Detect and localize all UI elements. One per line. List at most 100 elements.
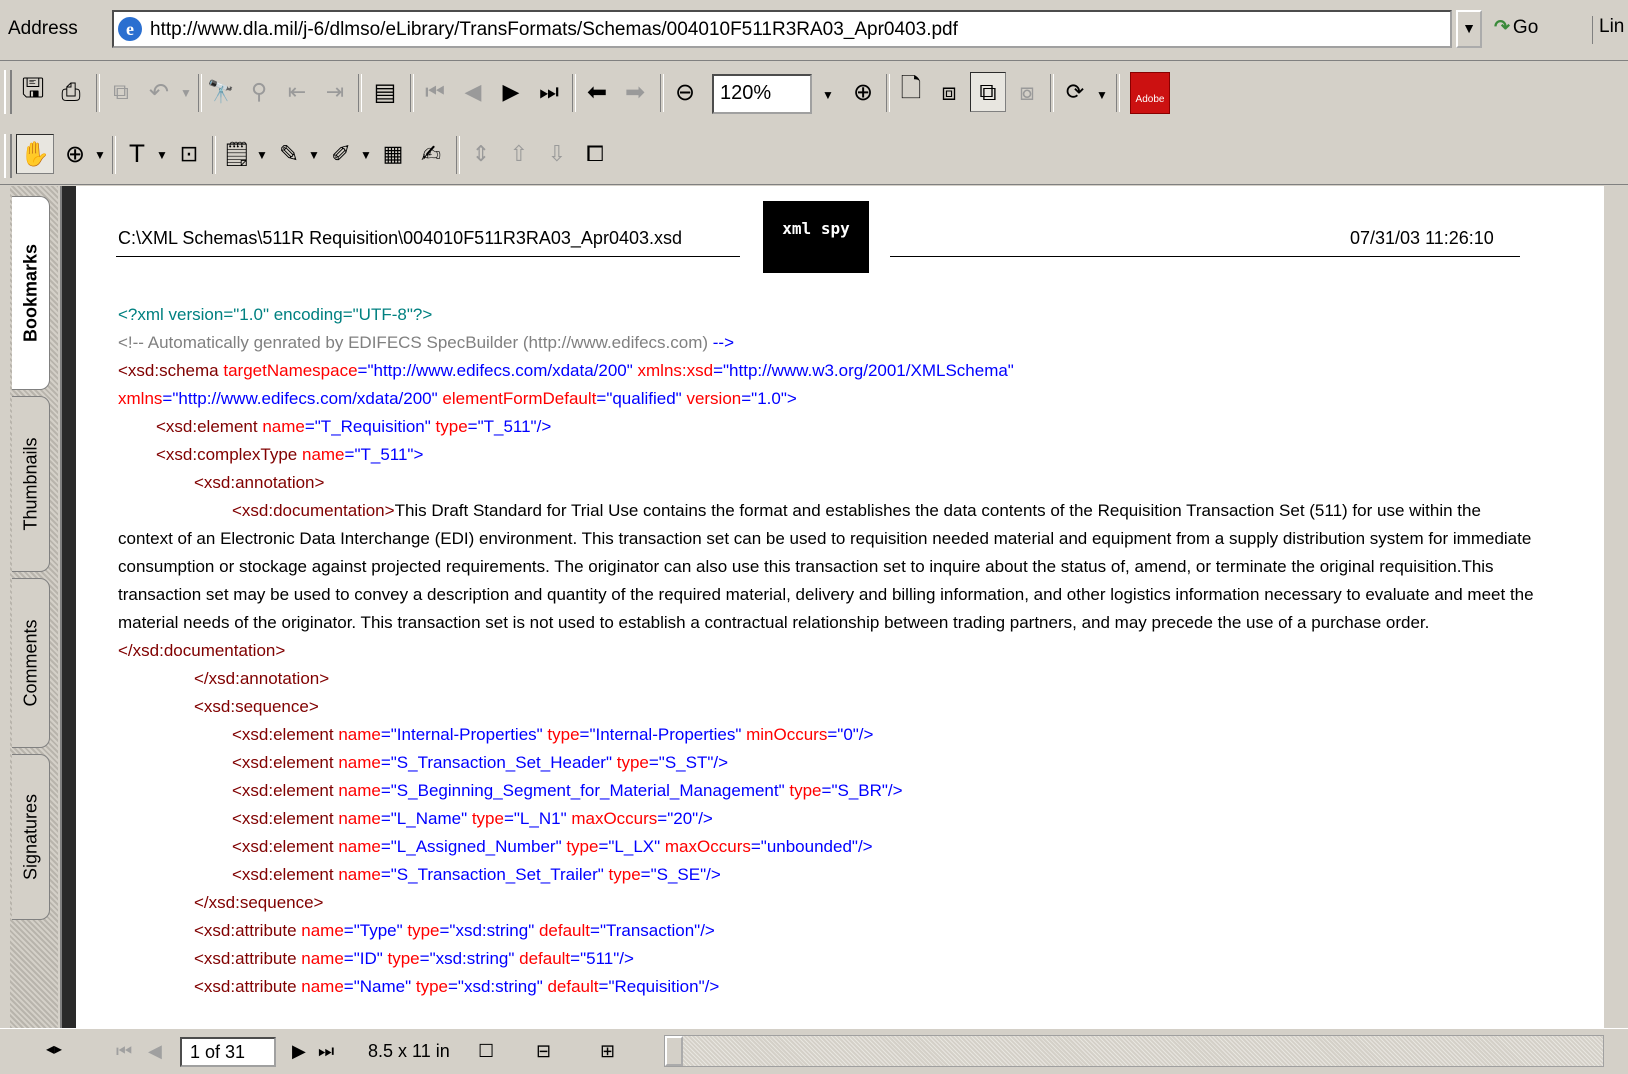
document-page: C:\XML Schemas\511R Requisition\004010F5… — [76, 186, 1604, 1028]
last-page-icon[interactable]: ⏭ — [532, 72, 566, 112]
rotate-view-icon[interactable]: ⟳ — [1058, 72, 1092, 112]
adobe-logo-icon[interactable]: Adobe — [1130, 72, 1170, 114]
single-page-layout-icon[interactable]: ☐ — [478, 1041, 494, 1062]
schema-line-2: xmlns="http://www.edifecs.com/xdata/200"… — [118, 389, 797, 408]
address-url[interactable]: http://www.dla.mil/j-6/dlmso/eLibrary/Tr… — [150, 19, 958, 41]
vertical-scrollbar[interactable] — [1606, 186, 1628, 1028]
show-navigation-pane-icon[interactable]: ▤ — [366, 72, 404, 112]
page-number-field[interactable]: 1 of 31 — [180, 1037, 276, 1067]
go-forward-icon[interactable]: ➡ — [618, 72, 652, 112]
fit-visible-icon[interactable]: ⧇ — [1010, 72, 1044, 112]
internet-explorer-icon: e — [118, 17, 142, 41]
rotate-dropdown-icon[interactable]: ▼ — [1096, 88, 1108, 102]
note-tool-icon[interactable]: 🗒 — [220, 134, 254, 174]
pencil-tool-dropdown-icon[interactable]: ▼ — [308, 148, 320, 162]
address-bar: Address e http://www.dla.mil/j-6/dlmso/e… — [0, 0, 1628, 61]
complex-type-line: <xsd:complexType name="T_511"> — [156, 445, 424, 464]
annotation-open: <xsd:annotation> — [194, 473, 325, 492]
sequence-close: </xsd:sequence> — [194, 893, 324, 912]
go-button[interactable]: ↷ Go — [1494, 16, 1538, 39]
highlight-tool-dropdown-icon[interactable]: ▼ — [360, 148, 372, 162]
highlight-tool-icon[interactable]: ✐ — [324, 134, 358, 174]
sequence-element-5: <xsd:element name="L_Assigned_Number" ty… — [232, 837, 873, 856]
pencil-tool-icon[interactable]: ✎ — [272, 134, 306, 174]
sign-tool-icon[interactable]: ✍ — [414, 134, 448, 174]
facing-pages-layout-icon[interactable]: ⊞ — [600, 1041, 615, 1062]
go-arrow-icon: ↷ — [1494, 17, 1510, 38]
first-page-icon[interactable]: ⏮ — [116, 1041, 132, 1062]
tab-bookmarks[interactable]: Bookmarks — [12, 196, 50, 390]
sequence-element-4: <xsd:element name="L_Name" type="L_N1" m… — [232, 809, 713, 828]
zoom-dropdown-icon[interactable]: ▼ — [822, 88, 834, 102]
acrobat-toolbar-tools: ✋ ⊕ ▼ T ▼ ⊡ 🗒 ▼ ✎ ▼ ✐ ▼ ▦ ✍ ⇕ ⇧ ⇩ ⧠ — [0, 126, 1628, 185]
next-document-icon[interactable]: ⇥ — [318, 72, 352, 112]
zoom-tool-icon[interactable]: ⊕ — [58, 134, 92, 174]
previous-document-icon[interactable]: ⇤ — [280, 72, 314, 112]
xml-source-listing: <?xml version="1.0" encoding="UTF-8"?> <… — [118, 301, 1538, 1001]
toolbar-grip[interactable] — [4, 70, 12, 114]
previous-page-icon[interactable]: ◀ — [148, 1041, 162, 1062]
zoom-in-icon[interactable]: ⊕ — [846, 72, 880, 112]
continuous-layout-icon[interactable]: ⊟ — [536, 1041, 551, 1062]
tab-signatures[interactable]: Signatures — [12, 754, 50, 920]
horizontal-scroll-thumb[interactable] — [665, 1036, 683, 1066]
documentation-close: </xsd:documentation> — [118, 641, 286, 660]
attribute-id: <xsd:attribute name="ID" type="xsd:strin… — [194, 949, 634, 968]
copy-icon[interactable]: ⧉ — [104, 72, 138, 112]
xml-comment: <!-- Automatically genrated by EDIFECS S… — [118, 333, 735, 352]
sequence-element-6: <xsd:element name="S_Transaction_Set_Tra… — [232, 865, 721, 884]
next-page-icon[interactable]: ▶ — [292, 1041, 306, 1062]
status-bar: ◂▸ ⏮ ◀ 1 of 31 ▶ ⏭ 8.5 x 11 in ☐ ⊟ ⊞ — [0, 1028, 1628, 1074]
attribute-type: <xsd:attribute name="Type" type="xsd:str… — [194, 921, 715, 940]
element-t-requisition: <xsd:element name="T_Requisition" type="… — [156, 417, 552, 436]
first-page-icon[interactable]: ⏮ — [418, 72, 452, 112]
address-input[interactable]: e http://www.dla.mil/j-6/dlmso/eLibrary/… — [112, 10, 1452, 48]
undo-dropdown-icon[interactable]: ▼ — [180, 86, 192, 100]
sequence-element-1: <xsd:element name="Internal-Properties" … — [232, 725, 874, 744]
documentation-paragraph: <xsd:documentation>This Draft Standard f… — [118, 501, 1534, 632]
next-page-icon[interactable]: ▶ — [494, 72, 528, 112]
toggle-navigation-pane-icon[interactable]: ◂▸ — [46, 1039, 62, 1059]
horizontal-scrollbar[interactable] — [664, 1035, 1604, 1067]
page-down-icon[interactable]: ⇩ — [540, 134, 574, 174]
attribute-name: <xsd:attribute name="Name" type="xsd:str… — [194, 977, 720, 996]
zoom-tool-dropdown-icon[interactable]: ▼ — [94, 148, 106, 162]
fit-page-icon[interactable]: ⧈ — [932, 72, 966, 112]
page-size: 8.5 x 11 in — [368, 1041, 450, 1061]
text-select-tool-icon[interactable]: T — [120, 134, 154, 174]
snapshot-tool-icon[interactable]: ⊡ — [172, 134, 206, 174]
hand-tool-icon[interactable]: ✋ — [16, 134, 54, 174]
go-back-icon[interactable]: ⬅ — [580, 72, 614, 112]
find-icon[interactable]: 🔭 — [204, 72, 238, 112]
previous-page-icon[interactable]: ◀ — [456, 72, 490, 112]
document-file-path: C:\XML Schemas\511R Requisition\004010F5… — [118, 228, 682, 248]
text-select-dropdown-icon[interactable]: ▼ — [156, 148, 168, 162]
go-label: Go — [1512, 17, 1539, 38]
xmlspy-logo: xml spy — [763, 201, 869, 273]
pane-splitter[interactable] — [60, 186, 76, 1028]
address-dropdown-button[interactable]: ▼ — [1456, 10, 1482, 48]
toolbar-grip[interactable] — [4, 134, 12, 178]
undo-icon[interactable]: ↶ — [142, 72, 176, 112]
links-button[interactable]: Lin — [1592, 16, 1624, 44]
sequence-open: <xsd:sequence> — [194, 697, 319, 716]
spell-check-icon[interactable]: ▦ — [376, 134, 410, 174]
note-tool-dropdown-icon[interactable]: ▼ — [256, 148, 268, 162]
crop-pages-icon[interactable]: ⧠ — [578, 134, 612, 174]
document-timestamp: 07/31/03 11:26:10 — [1350, 228, 1494, 248]
rotate-pages-icon[interactable]: ⇕ — [464, 134, 498, 174]
print-icon[interactable]: ⎙ — [54, 72, 88, 112]
sequence-element-2: <xsd:element name="S_Transaction_Set_Hea… — [232, 753, 729, 772]
zoom-out-icon[interactable]: ⊖ — [668, 72, 702, 112]
tab-comments[interactable]: Comments — [12, 578, 50, 748]
fit-width-icon[interactable]: ⧉ — [970, 72, 1006, 112]
tab-thumbnails[interactable]: Thumbnails — [12, 396, 50, 572]
header-rule-left — [116, 256, 740, 257]
search-icon[interactable]: ⚲ — [242, 72, 276, 112]
header-rule-right — [890, 256, 1520, 257]
zoom-level-input[interactable]: 120% — [712, 74, 812, 114]
page-up-icon[interactable]: ⇧ — [502, 134, 536, 174]
last-page-icon[interactable]: ⏭ — [318, 1041, 334, 1062]
save-icon[interactable]: 🖫 — [16, 72, 50, 112]
actual-size-icon[interactable]: 🗋 — [894, 72, 928, 112]
